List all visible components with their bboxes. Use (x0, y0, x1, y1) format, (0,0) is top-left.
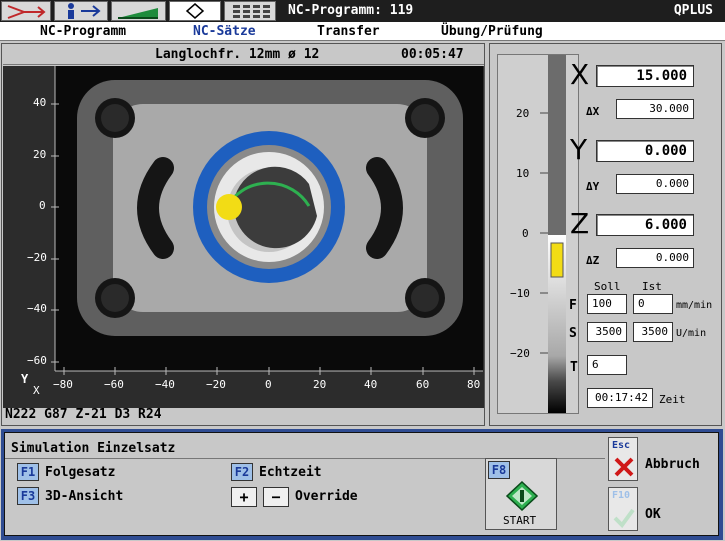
y-tick: −20 (27, 251, 47, 264)
nc-block-line: N222 G87 Z-21 D3 R24 (5, 407, 162, 422)
brand-label: QPLUS (673, 3, 713, 18)
delta-x-label: ΔX (586, 105, 600, 118)
y-tick: −40 (27, 302, 47, 315)
x-tick: 0 (265, 378, 272, 391)
abort-button[interactable]: Esc (608, 437, 638, 481)
spindle-unit: U/min (676, 328, 707, 339)
delta-x-field: 30.000 (616, 99, 694, 119)
x-tick: −80 (53, 378, 73, 391)
z-position-field: 6.000 (596, 214, 694, 236)
close-icon (614, 457, 634, 477)
menu-nc-saetze[interactable]: NC-Sätze (193, 24, 256, 39)
f2-key[interactable]: F2 (231, 463, 253, 481)
x-tick: 40 (364, 378, 378, 391)
delta-y-label: ΔY (586, 180, 600, 193)
tool-number-field: 6 (587, 355, 627, 375)
table-mode-icon[interactable] (224, 1, 276, 21)
menu-uebung-pruefung[interactable]: Übung/Prüfung (441, 24, 543, 39)
esc-key: Esc (612, 440, 631, 451)
z-axis-label: Z (570, 207, 590, 240)
operator-mode-icon[interactable] (54, 1, 108, 21)
y-tick: 20 (33, 148, 47, 161)
y-axis-label: Y (570, 133, 588, 166)
machine-mode-icon[interactable] (1, 1, 51, 21)
feed-unit: mm/min (676, 300, 713, 311)
x-tick: −40 (155, 378, 175, 391)
override-minus-button[interactable]: − (263, 487, 289, 507)
x-tick: −20 (206, 378, 226, 391)
start-button[interactable]: F8 START (485, 458, 557, 530)
y-tick: 40 (33, 96, 47, 109)
x-tick: 80 (467, 378, 481, 391)
y-tick: −60 (27, 354, 47, 367)
simulation-dialog-body: Simulation Einzelsatz F1 Folgesatz F3 3D… (4, 432, 719, 536)
f3-key[interactable]: F3 (17, 487, 39, 505)
x-axis-label: X (570, 58, 590, 91)
workpiece-plot[interactable]: 40 20 0 −20 −40 −60 −80 −60 −40 −20 0 20… (3, 66, 484, 408)
tool-label: T (570, 360, 578, 375)
menu-bar: NC-Programm NC-Sätze Transfer Übung/Prüf… (0, 22, 725, 41)
delta-z-field: 0.000 (616, 248, 694, 268)
y-tick: 0 (39, 199, 46, 212)
time-label: Zeit (659, 393, 686, 406)
graphic-mode-icon[interactable] (111, 1, 166, 21)
ist-label: Ist (642, 280, 662, 293)
top-toolbar: NC-Programm: 119 QPLUS (0, 0, 725, 22)
menu-transfer[interactable]: Transfer (317, 24, 380, 39)
ok-label[interactable]: OK (645, 507, 661, 522)
simulation-dialog: Simulation Einzelsatz F1 Folgesatz F3 3D… (1, 429, 723, 540)
z-scale-tick: 10 (516, 167, 530, 180)
x-tick: −60 (104, 378, 124, 391)
f8-key: F8 (488, 461, 510, 479)
feed-ist-field: 0 (633, 294, 673, 314)
ok-button[interactable]: F10 (608, 487, 638, 531)
z-scale-tick: −20 (510, 347, 530, 360)
feed-label: F (569, 298, 577, 313)
x-tick: 60 (416, 378, 430, 391)
check-icon (613, 508, 635, 528)
f10-key: F10 (612, 490, 631, 501)
axis-y-label: Y (21, 372, 29, 386)
simulation-title: Langlochfr. 12mm ø 12 (155, 47, 320, 62)
simulation-panel: Langlochfr. 12mm ø 12 00:05:47 40 20 0 −… (1, 43, 485, 426)
menu-nc-programm[interactable]: NC-Programm (40, 24, 126, 39)
override-plus-button[interactable]: + (231, 487, 257, 507)
z-depth-scale: 20 10 0 −10 −20 (497, 54, 579, 414)
simulation-time: 00:05:47 (401, 47, 464, 62)
spindle-ist-field: 3500 (633, 322, 673, 342)
axis-x-label: X (33, 384, 40, 397)
start-icon (506, 481, 538, 511)
x-position-field: 15.000 (596, 65, 694, 87)
z-scale-tick: 20 (516, 107, 530, 120)
dialog-title: Simulation Einzelsatz (11, 441, 176, 456)
feed-soll-field: 100 (587, 294, 627, 314)
realtime-label[interactable]: Echtzeit (259, 465, 322, 480)
x-tick: 20 (313, 378, 327, 391)
simulation-header: Langlochfr. 12mm ø 12 00:05:47 (3, 45, 484, 65)
total-time-field: 00:17:42 (587, 388, 653, 408)
next-block-label[interactable]: Folgesatz (45, 465, 115, 480)
soll-label: Soll (594, 280, 621, 293)
delta-z-label: ΔZ (586, 254, 600, 267)
f1-key[interactable]: F1 (17, 463, 39, 481)
spindle-label: S (569, 326, 577, 341)
start-label: START (503, 514, 537, 527)
z-scale-tick: −10 (510, 287, 530, 300)
spindle-soll-field: 3500 (587, 322, 627, 342)
delta-y-field: 0.000 (616, 174, 694, 194)
workpiece-graphic (3, 66, 483, 408)
program-title: NC-Programm: 119 (288, 3, 414, 18)
abort-label[interactable]: Abbruch (645, 457, 700, 472)
z-scale-tick: 0 (522, 227, 529, 240)
y-position-field: 0.000 (596, 140, 694, 162)
3d-view-label[interactable]: 3D-Ansicht (45, 489, 123, 504)
override-label: Override (295, 489, 358, 504)
position-display-panel: 20 10 0 −10 −20 X 15.000 ΔX 30.000 Y 0.0… (489, 43, 722, 426)
edit-mode-icon[interactable] (169, 1, 221, 21)
